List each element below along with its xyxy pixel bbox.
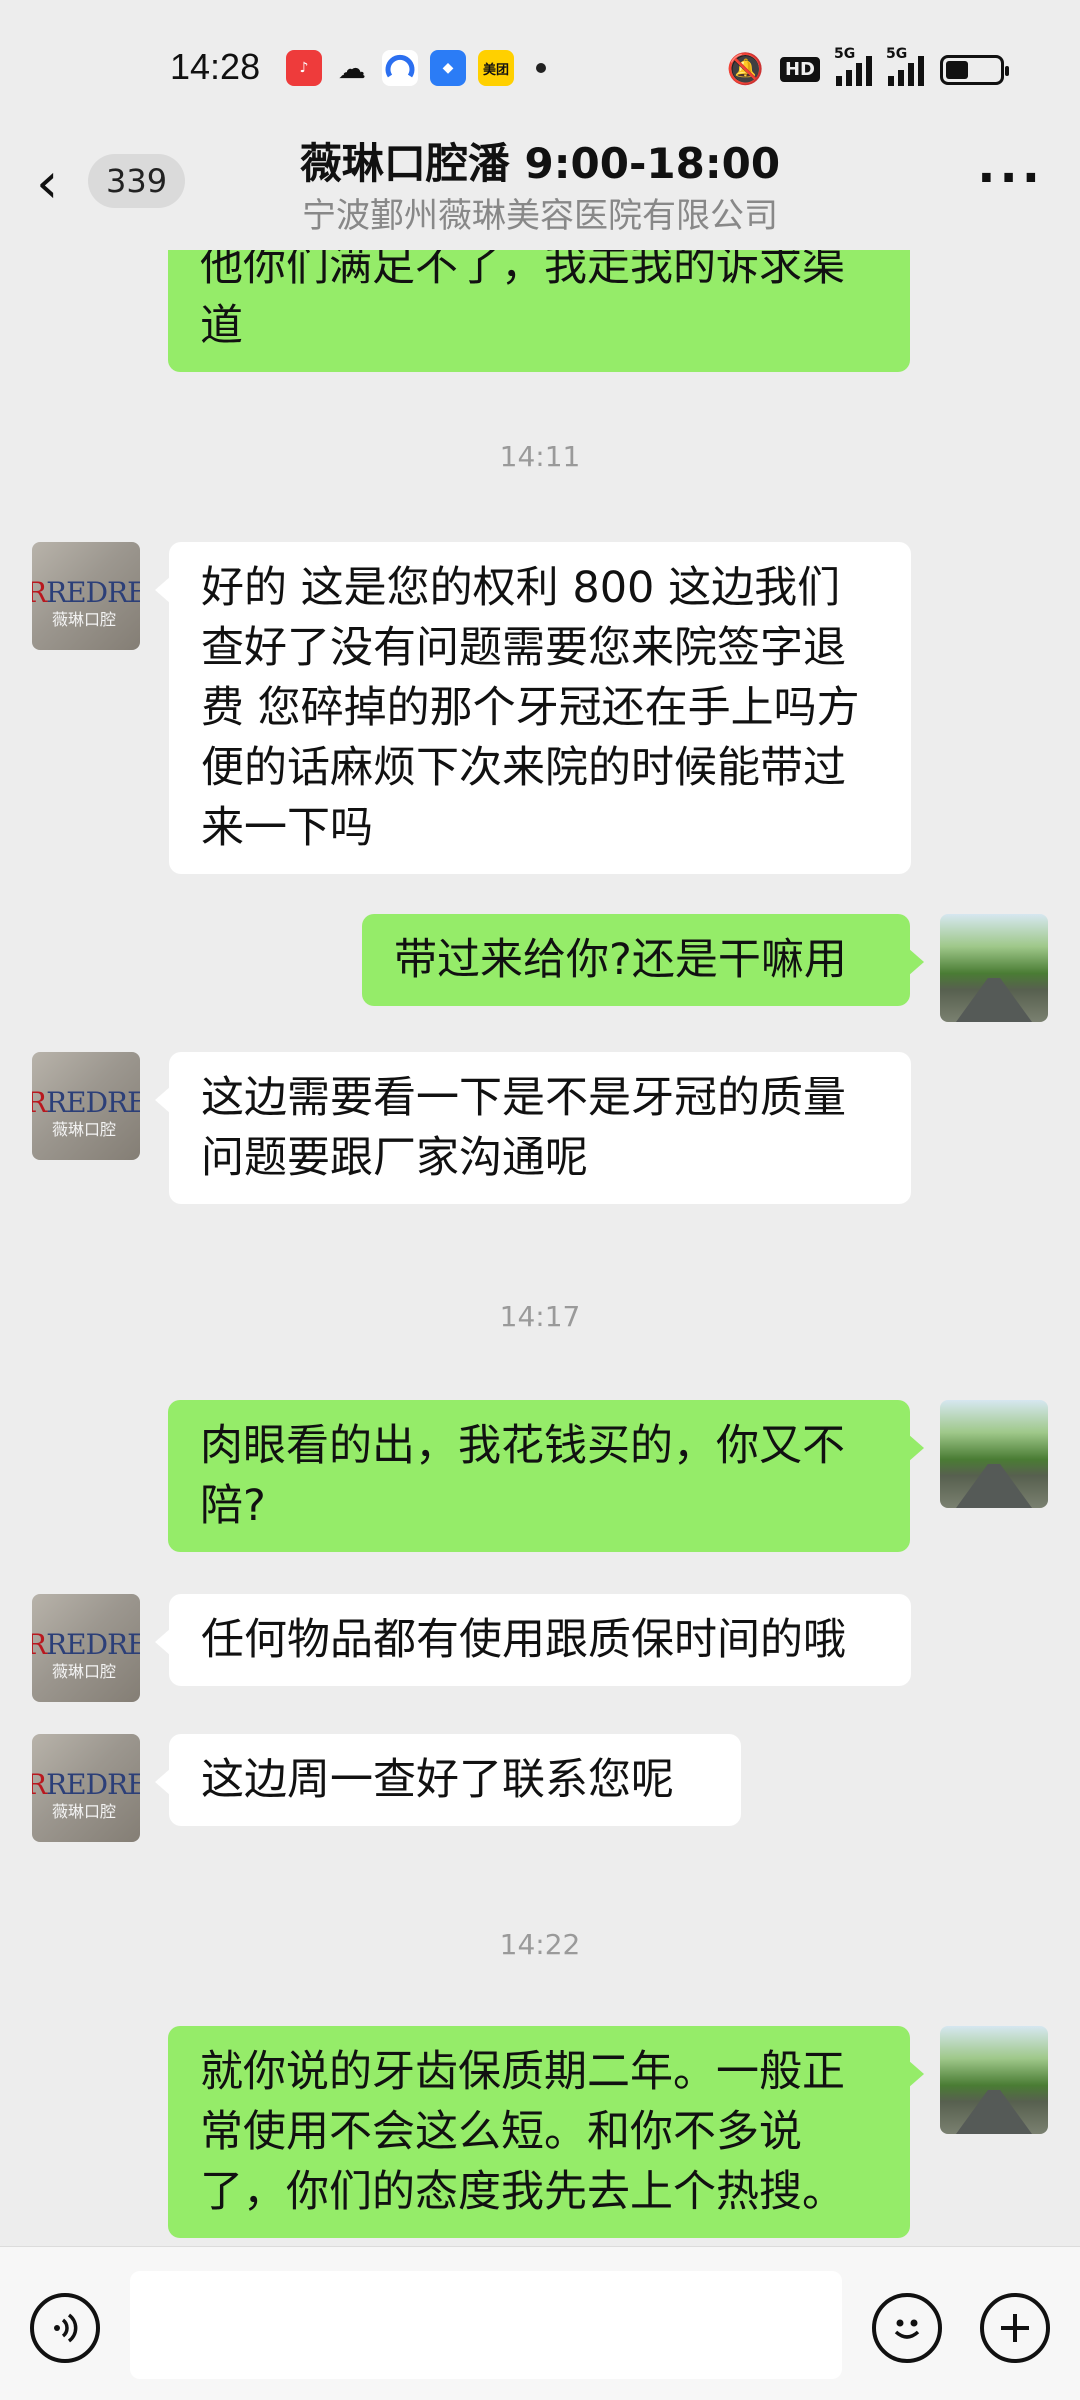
clinic-avatar[interactable]: RREDREAM 薇琳口腔 [32,1052,140,1160]
plus-icon[interactable] [980,2293,1050,2363]
user-avatar[interactable] [940,2026,1048,2134]
wechat-icon: ☁ [338,51,366,85]
message-bubble-out[interactable]: 就你说的牙齿保质期二年。一般正常使用不会这么短。和你不多说了，你们的态度我先去上… [168,2026,924,2238]
chat-subtitle: 宁波鄞州薇琳美容医院有限公司 [302,196,778,236]
message-bubble-in[interactable]: 好的 这是您的权利 800 这边我们查好了没有问题需要您来院签字退费 您碎掉的那… [155,542,911,874]
message-list[interactable]: 他你们满足不了，我走我的诉求渠道 14:11 RREDREAM 薇琳口腔 好的 … [0,250,1080,2246]
signal-icon-1: 5G [834,46,872,86]
timestamp: 14:17 [499,1300,581,1333]
message-bubble-in[interactable]: 这边周一查好了联系您呢 [155,1734,741,1826]
mute-icon: 🔕 [726,52,764,87]
emoji-icon[interactable] [872,2293,942,2363]
meituan-icon: 美团 [478,50,514,86]
clinic-avatar[interactable]: RREDREAM 薇琳口腔 [32,1734,140,1842]
music-app-icon: ♪ [286,50,322,86]
message-bubble-in[interactable]: 任何物品都有使用跟质保时间的哦 [155,1594,911,1686]
user-avatar[interactable] [940,1400,1048,1508]
clinic-avatar[interactable]: RREDREAM 薇琳口腔 [32,1594,140,1702]
signal-icon-2: 5G [886,46,924,86]
message-bubble-in[interactable]: 这边需要看一下是不是牙冠的质量问题要跟厂家沟通呢 [155,1052,911,1204]
app-icon-circle [382,50,418,86]
status-time: 14:28 [170,46,261,87]
clinic-avatar[interactable]: RREDREAM 薇琳口腔 [32,542,140,650]
app-icon-blue: ◆ [430,50,466,86]
status-bar: 14:28 ♪ ☁ ◆ 美团 🔕 HD 5G 5G [0,0,1080,130]
more-icon[interactable]: ··· [977,150,1044,206]
timestamp: 14:22 [499,1928,581,1961]
hd-voice-icon: HD [779,57,820,82]
notification-icons: ♪ ☁ ◆ 美团 [286,50,546,86]
message-input[interactable] [130,2271,842,2379]
user-avatar[interactable] [940,914,1048,1022]
more-notifications-dot-icon [536,63,546,73]
voice-icon[interactable] [30,2293,100,2363]
message-bubble-out[interactable]: 他你们满足不了，我走我的诉求渠道 [168,250,910,372]
battery-icon [940,54,1009,85]
chat-title: 薇琳口腔潘 9:00-18:00 [299,139,781,188]
system-indicators: 🔕 HD 5G 5G [726,46,1009,87]
timestamp: 14:11 [499,440,581,473]
input-bar [0,2246,1080,2400]
message-bubble-out[interactable]: 肉眼看的出，我花钱买的，你又不陪? [168,1400,924,1552]
message-bubble-out[interactable]: 带过来给你?还是干嘛用 [362,914,924,1006]
chat-header: ‹ 339 薇琳口腔潘 9:00-18:00 宁波鄞州薇琳美容医院有限公司 ··… [0,120,1080,250]
